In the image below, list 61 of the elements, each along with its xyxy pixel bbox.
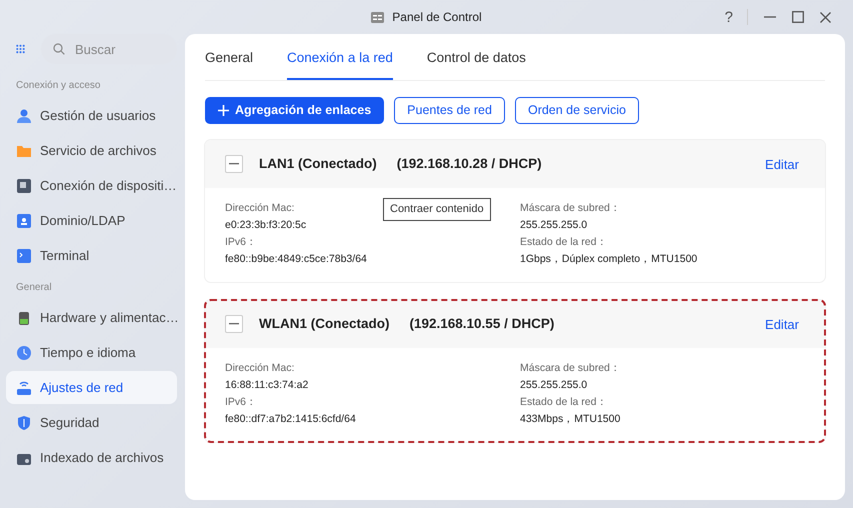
field-label: IPv6： xyxy=(225,395,258,410)
search-icon xyxy=(53,43,65,55)
plus-icon xyxy=(218,105,229,116)
section-heading: General xyxy=(15,281,53,295)
tab[interactable]: General xyxy=(205,34,254,80)
section-heading: Conexión y acceso xyxy=(15,79,102,93)
sidebar-item[interactable]: Tiempo e idioma xyxy=(6,336,177,369)
tooltip: Contraer contenido xyxy=(383,198,491,221)
edit-link[interactable]: Editar xyxy=(765,154,799,174)
sidebar-item[interactable]: Indexado de archivos xyxy=(6,441,177,474)
window-title: Panel de Control xyxy=(392,9,482,26)
field-label: Máscara de subred： xyxy=(520,361,621,376)
interface-name: WLAN1 (Conectado) xyxy=(259,315,390,334)
contact-card-icon xyxy=(16,212,32,228)
add-button[interactable]: Agregación de enlaces xyxy=(205,97,384,124)
field-value: 255.255.255.0 xyxy=(520,378,588,394)
tab[interactable]: Control de datos xyxy=(426,34,526,80)
router-icon xyxy=(16,380,32,396)
field-value: fe80::b9be:4849:c5ce:78b3/64 xyxy=(225,252,367,268)
field-value: 1Gbps，Dúplex completo，MTU1500 xyxy=(520,252,698,268)
sidebar-item[interactable]: Conexión de dispositi… xyxy=(6,169,177,202)
field-label: Estado de la red： xyxy=(520,235,608,250)
action-button[interactable]: Orden de servicio xyxy=(514,97,639,124)
sidebar-item[interactable]: Servicio de archivos xyxy=(6,134,177,167)
control-panel-icon xyxy=(371,12,384,22)
field-label: Dirección Mac: xyxy=(225,201,294,216)
sidebar-item[interactable]: Hardware y alimentac… xyxy=(6,301,177,334)
tab[interactable]: Conexión a la red xyxy=(287,34,393,80)
clock-icon xyxy=(16,344,32,360)
action-button[interactable]: Puentes de red xyxy=(394,97,505,124)
field-value: 16:88:11:c3:74:a2 xyxy=(225,378,308,394)
interface-name: LAN1 (Conectado) xyxy=(259,155,377,174)
terminal-icon xyxy=(16,248,32,264)
sidebar-item[interactable]: Dominio/LDAP xyxy=(6,204,177,237)
minus-icon xyxy=(229,163,239,166)
field-label: IPv6： xyxy=(225,235,258,250)
interface-address: (192.168.10.28 / DHCP) xyxy=(396,155,542,174)
help-button[interactable]: ? xyxy=(718,10,739,24)
sidebar-item[interactable]: Ajustes de red xyxy=(6,371,177,404)
sidebar-item[interactable]: Seguridad xyxy=(6,406,177,439)
field-label: Estado de la red： xyxy=(520,395,608,410)
field-label: Dirección Mac: xyxy=(225,361,294,376)
field-value: fe80::df7:a7b2:1415:6cfd/64 xyxy=(225,412,356,428)
users-icon xyxy=(16,108,32,124)
collapse-toggle[interactable] xyxy=(225,315,243,334)
app-grid-icon[interactable] xyxy=(16,42,25,56)
maximize-icon[interactable] xyxy=(792,11,804,23)
shield-icon xyxy=(16,414,32,430)
device-icon xyxy=(16,178,32,194)
field-value: 433Mbps，MTU1500 xyxy=(520,412,620,428)
field-value: e0:23:3b:f3:20:5c xyxy=(225,218,306,234)
battery-icon xyxy=(16,310,32,326)
close-icon[interactable] xyxy=(820,12,831,22)
field-value: 255.255.255.0 xyxy=(520,218,588,234)
minus-icon xyxy=(229,323,239,326)
interface-address: (192.168.10.55 / DHCP) xyxy=(410,315,554,334)
edit-link[interactable]: Editar xyxy=(765,314,799,334)
field-label: Máscara de subred： xyxy=(520,201,621,216)
collapse-toggle[interactable] xyxy=(225,155,243,174)
sidebar-item[interactable]: Gestión de usuarios xyxy=(6,99,177,132)
sidebar-item[interactable]: Terminal xyxy=(6,239,177,272)
